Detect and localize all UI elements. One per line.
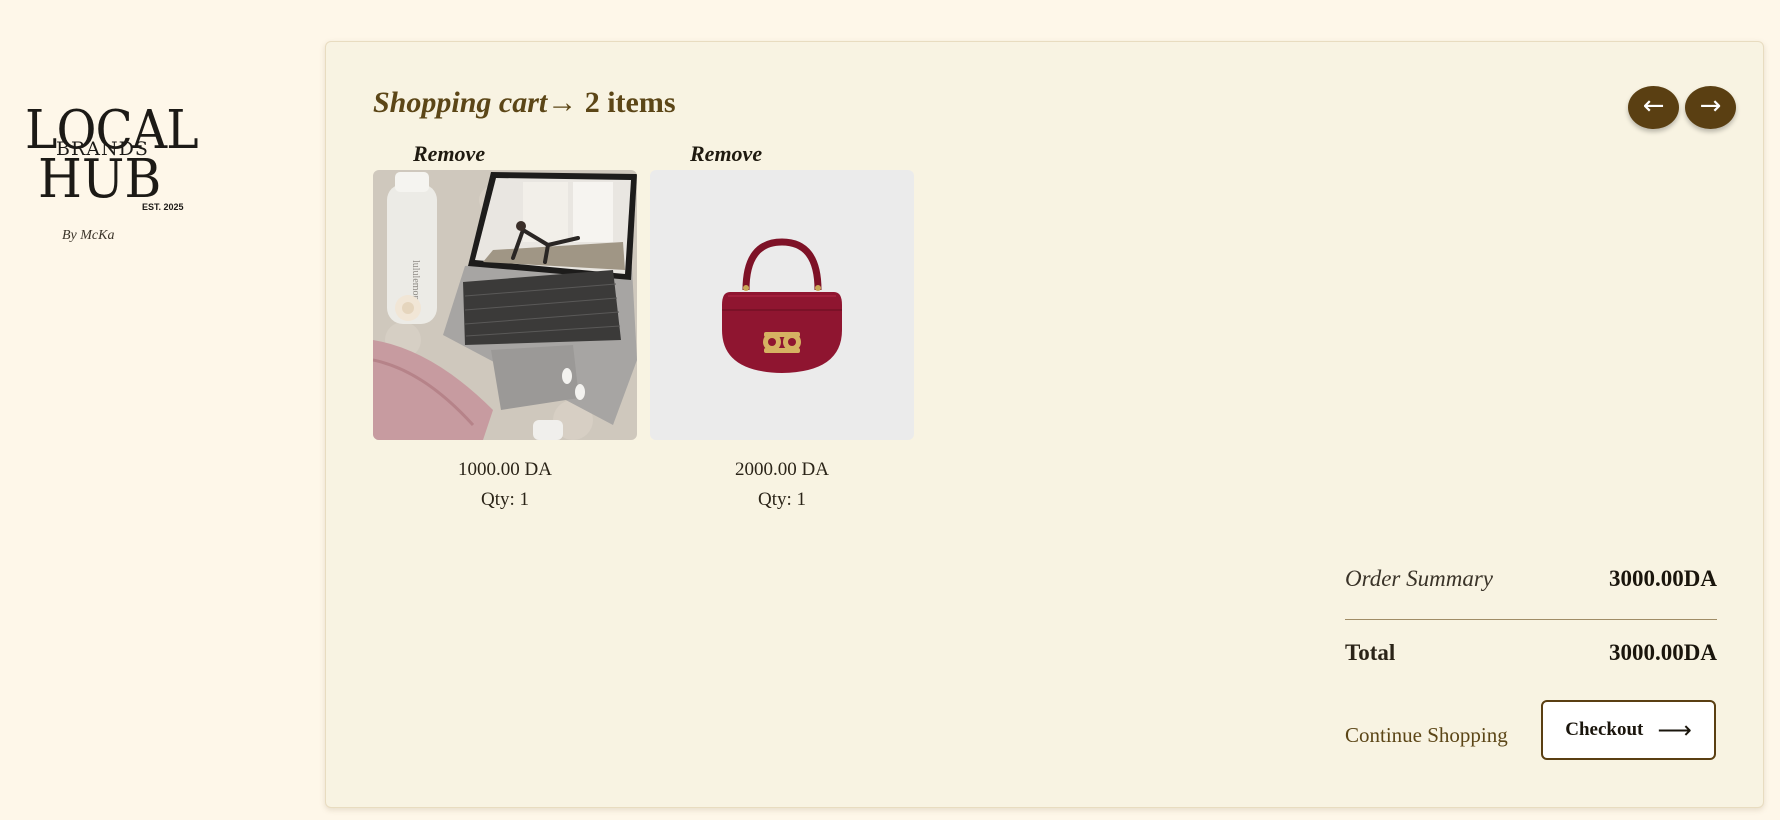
order-summary-row: Order Summary 3000.00DA (1345, 566, 1717, 592)
cart-panel: Shopping cart→ 2 items ← → Remove lulule… (325, 41, 1764, 808)
product-image-laptop[interactable]: lululemon (373, 170, 637, 440)
arrow-left-icon: ← (1642, 91, 1665, 121)
item-price: 2000.00 DA (735, 459, 829, 480)
total-row: Total 3000.00DA (1345, 640, 1717, 666)
next-arrow-button[interactable]: → (1685, 86, 1736, 129)
logo-byline: By McKa (62, 228, 115, 243)
arrow-right-icon: → (1699, 91, 1722, 121)
product-image-handbag[interactable] (650, 170, 914, 440)
total-value: 3000.00DA (1609, 640, 1717, 665)
item-price: 1000.00 DA (458, 459, 552, 480)
item-quantity: Qty: 1 (757, 489, 807, 510)
cart-title-arrow: → (547, 86, 578, 119)
logo-est-text: EST. 2025 (142, 202, 184, 212)
order-summary-value: 3000.00DA (1609, 566, 1717, 591)
prev-arrow-button[interactable]: ← (1628, 86, 1679, 129)
arrow-right-icon: ⟶ (1657, 716, 1692, 744)
checkout-label: Checkout (1565, 719, 1644, 740)
remove-button[interactable]: Remove (690, 141, 762, 167)
item-quantity: Qty: 1 (480, 489, 530, 510)
total-label: Total (1345, 640, 1396, 665)
svg-text:lululemon: lululemon (410, 260, 421, 301)
remove-button[interactable]: Remove (413, 141, 485, 167)
order-summary-label: Order Summary (1345, 566, 1493, 591)
continue-shopping-link[interactable]: Continue Shopping (1345, 723, 1508, 748)
checkout-button[interactable]: Checkout ⟶ (1541, 700, 1716, 760)
brand-logo[interactable]: LOCAL BRANDS HUB EST. 2025 By McKa (22, 104, 199, 244)
summary-divider (1345, 619, 1717, 620)
logo-hub-text: HUB (38, 149, 162, 210)
cart-title-label: Shopping cart (373, 86, 548, 119)
cart-item-count: 2 items (577, 86, 676, 119)
cart-title: Shopping cart→ 2 items (373, 86, 676, 120)
